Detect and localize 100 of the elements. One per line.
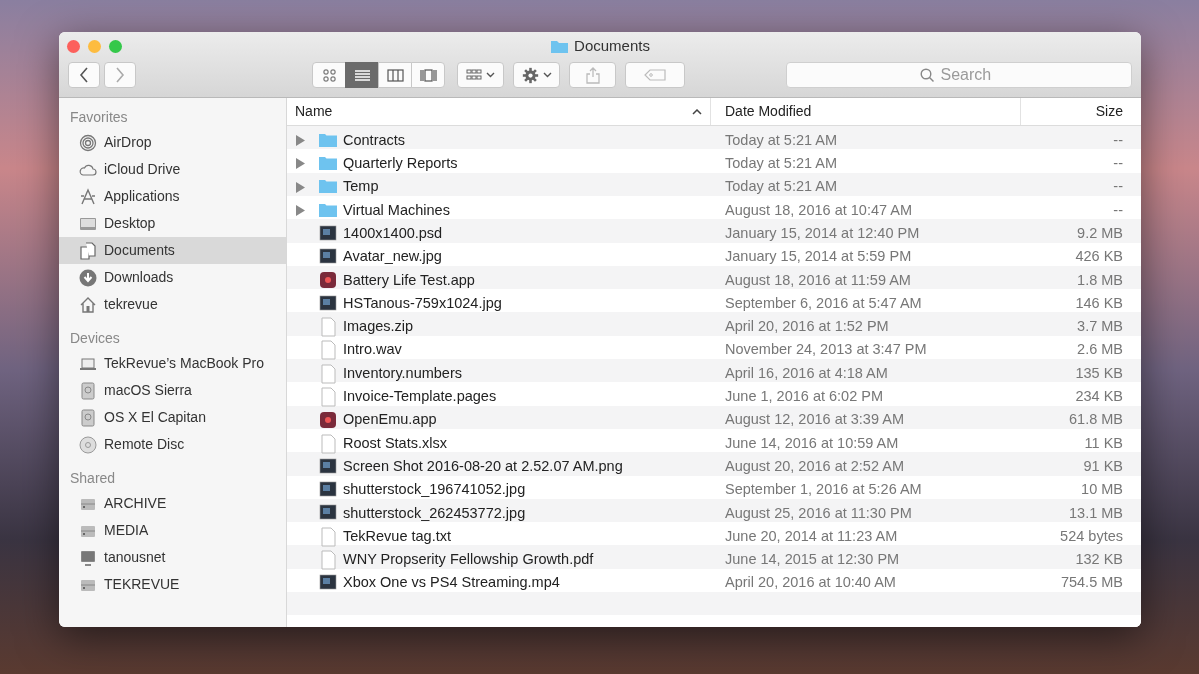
tag-button[interactable] [625, 62, 685, 88]
file-size: 2.6 MB [1076, 340, 1124, 360]
file-name: Virtual Machines [343, 200, 450, 220]
date-modified: August 12, 2016 at 3:39 AM [724, 410, 905, 430]
sidebar-item[interactable]: AirDrop [59, 129, 286, 156]
file-row[interactable]: Inventory.numbers April 16, 2016 at 4:18 AM 135 KB [287, 361, 1141, 386]
gear-icon [521, 66, 539, 84]
file-name: WNY Propserity Fellowship Growth.pdf [343, 550, 594, 570]
date-modified: August 18, 2016 at 10:47 AM [724, 200, 914, 220]
chevron-left-icon [79, 67, 89, 83]
file-size: -- [1112, 200, 1124, 220]
sidebar-item[interactable]: tekrevue [59, 291, 286, 318]
disclosure-triangle-icon[interactable] [296, 135, 305, 147]
share-button[interactable] [569, 62, 616, 88]
file-name: Intro.wav [343, 340, 402, 360]
arrange-button[interactable] [457, 62, 504, 88]
search-icon [919, 67, 935, 83]
folder-icon [550, 38, 570, 54]
file-name: Inventory.numbers [343, 363, 462, 383]
file-name: TekRevue tag.txt [343, 526, 451, 546]
file-row[interactable]: Battery Life Test.app August 18, 2016 at 11:59 AM 1.8 MB [287, 268, 1141, 293]
file-row[interactable]: Avatar_new.jpg January 15, 2014 at 5:59 PM 426 KB [287, 245, 1141, 269]
file-name: Contracts [343, 130, 406, 150]
sidebar-item[interactable]: ARCHIVE [59, 490, 286, 517]
disclosure-triangle-icon[interactable] [296, 205, 305, 217]
file-size: -- [1112, 130, 1124, 150]
file-row[interactable]: HSTanous-759x1024.jpg September 6, 2016 at 5:47 AM 146 KB [287, 292, 1141, 316]
date-modified: August 20, 2016 at 2:52 AM [724, 456, 905, 476]
date-modified: September 1, 2016 at 5:26 AM [724, 480, 923, 500]
icon-view-button[interactable] [312, 62, 346, 88]
sidebar-section-title: Favorites [69, 108, 129, 127]
file-row[interactable]: Temp Today at 5:21 AM -- [287, 175, 1141, 199]
date-modified: Today at 5:21 AM [724, 154, 839, 174]
file-size: 11 KB [1083, 433, 1124, 453]
sidebar-item[interactable]: macOS Sierra [59, 377, 286, 404]
date-modified: August 18, 2016 at 11:59 AM [724, 270, 912, 290]
date-modified: April 20, 2016 at 1:52 PM [724, 317, 890, 337]
sidebar-item[interactable]: Remote Disc [59, 431, 286, 458]
file-row[interactable]: Intro.wav November 24, 2013 at 3:47 PM 2.6 MB [287, 338, 1141, 362]
back-button[interactable] [68, 62, 100, 88]
sidebar-item[interactable]: Downloads [59, 264, 286, 291]
file-name: Temp [343, 177, 379, 197]
action-button[interactable] [513, 62, 560, 88]
drive-icon [79, 381, 97, 400]
search-field[interactable]: Search [938, 62, 999, 88]
file-row[interactable]: Quarterly Reports Today at 5:21 AM -- [287, 152, 1141, 176]
column-heading[interactable]: Date Modified [711, 98, 1021, 125]
file-name: Battery Life Test.app [343, 270, 475, 290]
file-row[interactable]: Xbox One vs PS4 Streaming.mp4 April 20, 2016 at 10:40 AM 754.5 MB [287, 571, 1141, 595]
file-size: 524 bytes [1059, 526, 1124, 546]
zoom-button[interactable] [109, 39, 122, 53]
window-title: Documents [574, 35, 650, 56]
airdrop-icon [79, 133, 97, 152]
file-row[interactable]: Contracts Today at 5:21 AM -- [287, 129, 1141, 153]
sidebar-item[interactable]: Desktop [59, 210, 286, 237]
date-modified: Today at 5:21 AM [724, 177, 839, 197]
file-row[interactable]: WNY Propserity Fellowship Growth.pdf June 14, 2015 at 12:30 PM 132 KB [287, 548, 1141, 572]
file-name: Screen Shot 2016-08-20 at 2.52.07 AM.png [343, 456, 623, 476]
list-view-button[interactable] [345, 62, 379, 88]
file-row[interactable]: TekRevue tag.txt June 20, 2014 at 11:23 AM 524 bytes [287, 525, 1141, 549]
file-size: -- [1112, 177, 1124, 197]
sidebar-item[interactable]: Applications [59, 183, 286, 210]
disclosure-triangle-icon[interactable] [296, 181, 305, 193]
column-heading[interactable]: Size [1021, 98, 1141, 125]
file-row[interactable]: shutterstock_262453772.jpg August 25, 2016 at 11:30 PM 13.1 MB [287, 501, 1141, 526]
close-button[interactable] [67, 39, 80, 53]
gallery-view-button[interactable] [411, 62, 445, 88]
disclosure-triangle-icon[interactable] [296, 158, 305, 170]
file-name: Roost Stats.xlsx [343, 433, 447, 453]
file-name: Images.zip [343, 317, 414, 337]
date-modified: June 20, 2014 at 11:23 AM [724, 526, 899, 546]
sidebar-item[interactable]: tanousnet [59, 544, 286, 571]
sidebar-item[interactable]: TEKREVUE [59, 571, 286, 598]
sidebar-item[interactable]: TekRevue’s MacBook Pro [59, 350, 286, 377]
file-row[interactable]: Screen Shot 2016-08-20 at 2.52.07 AM.png August 20, 2016 at 2:52 AM 91 KB [287, 455, 1141, 479]
sidebar-item[interactable]: Documents [59, 237, 286, 264]
file-size: 146 KB [1074, 293, 1124, 313]
sidebar-item[interactable]: iCloud Drive [59, 156, 286, 183]
monitor-icon [79, 548, 97, 567]
file-row[interactable]: shutterstock_196741052.jpg September 1, 2016 at 5:26 AM 10 MB [287, 478, 1141, 502]
download-icon [79, 268, 97, 287]
file-size: 3.7 MB [1076, 317, 1124, 337]
file-row[interactable]: OpenEmu.app August 12, 2016 at 3:39 AM 61.8 MB [287, 408, 1141, 432]
file-row[interactable]: Roost Stats.xlsx June 14, 2016 at 10:59 AM 11 KB [287, 431, 1141, 456]
sidebar-item[interactable]: OS X El Capitan [59, 404, 286, 431]
file-size: 132 KB [1074, 550, 1124, 570]
sidebar-section-title: Shared [69, 469, 117, 488]
file-row[interactable]: Virtual Machines August 18, 2016 at 10:47 AM -- [287, 198, 1141, 223]
file-row[interactable]: Invoice-Template.pages June 1, 2016 at 6:02 PM 234 KB [287, 385, 1141, 409]
file-name: shutterstock_262453772.jpg [343, 503, 526, 523]
column-heading[interactable]: Name [287, 98, 711, 125]
file-name: Xbox One vs PS4 Streaming.mp4 [343, 573, 560, 593]
file-row[interactable]: 1400x1400.psd January 15, 2014 at 12:40 PM 9.2 MB [287, 222, 1141, 246]
date-modified: September 6, 2016 at 5:47 AM [724, 293, 923, 313]
icon-view-icon [320, 67, 338, 83]
column-view-button[interactable] [378, 62, 412, 88]
file-row[interactable]: Images.zip April 20, 2016 at 1:52 PM 3.7 MB [287, 315, 1141, 339]
grid-icon [466, 69, 482, 81]
sidebar-item[interactable]: MEDIA [59, 517, 286, 544]
file-name: Invoice-Template.pages [343, 387, 497, 407]
